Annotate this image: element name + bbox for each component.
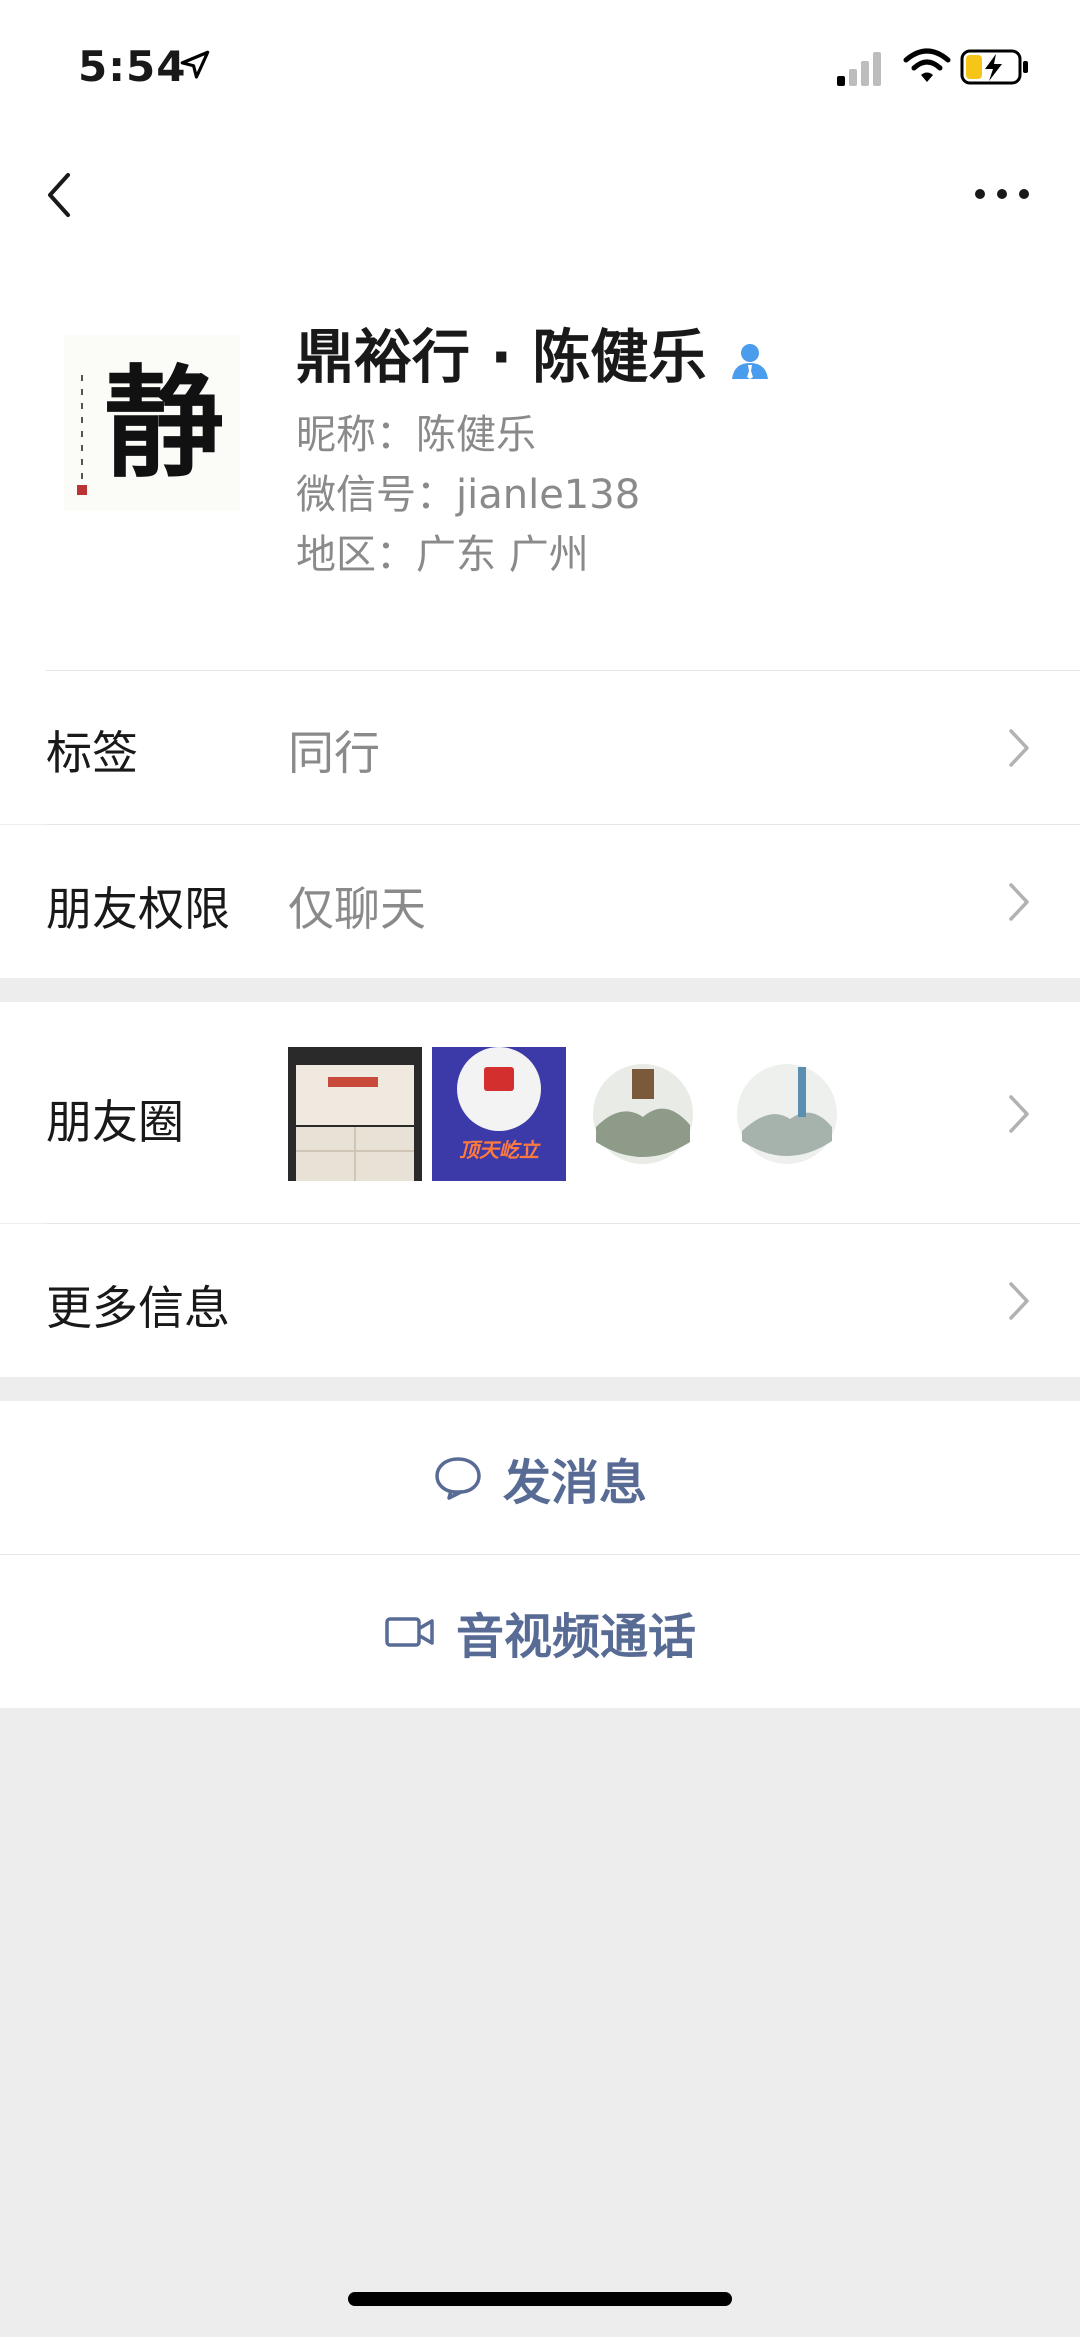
status-bar: 5:54	[0, 0, 1080, 135]
chevron-right-icon	[1009, 1095, 1029, 1133]
cellular-signal-icon	[837, 52, 881, 86]
profile-header: 静 鼎裕行 · 陈健乐 昵称：陈健乐 微信号：jianle138 地区：广东 广…	[0, 255, 1080, 671]
send-message-button[interactable]: 发消息	[0, 1401, 1080, 1554]
tea-poster-text: 顶天屹立	[459, 1138, 541, 1162]
tag-value: 同行	[288, 726, 380, 780]
moments-label: 朋友圈	[46, 1095, 184, 1149]
friend-permission-row[interactable]: 朋友权限 仅聊天	[0, 825, 1080, 978]
profile-wechat-id: 微信号：jianle138	[296, 472, 641, 518]
moments-thumbnail-tea-poster[interactable]: 顶天屹立	[432, 1047, 566, 1181]
chevron-right-icon	[1009, 1282, 1029, 1320]
chevron-right-icon	[1009, 729, 1029, 767]
send-message-label: 发消息	[502, 1454, 647, 1511]
location-arrow-icon	[180, 50, 210, 79]
verified-contact-icon	[732, 343, 769, 379]
chevron-right-icon	[1009, 883, 1029, 921]
battery-charging-icon	[960, 49, 1028, 85]
avatar-char: 静	[104, 353, 224, 494]
more-options-icon[interactable]	[972, 179, 1032, 209]
profile-name-text: 鼎裕行 · 陈健乐	[296, 323, 707, 391]
profile-name: 鼎裕行 · 陈健乐	[296, 317, 772, 397]
back-arrow-icon[interactable]	[40, 165, 80, 225]
permission-value: 仅聊天	[288, 882, 426, 936]
navigation-bar	[0, 135, 1080, 255]
profile-region: 地区：广东 广州	[296, 532, 589, 578]
wifi-icon	[903, 48, 951, 82]
video-call-button[interactable]: 音视频通话	[0, 1555, 1080, 1708]
home-indicator[interactable]	[348, 2292, 732, 2306]
avatar[interactable]: 静	[64, 335, 240, 511]
moments-thumbnail-tea-cake-1[interactable]	[576, 1047, 710, 1181]
tag-row[interactable]: 标签 同行	[0, 671, 1080, 824]
status-time: 5:54	[78, 42, 187, 91]
more-info-row[interactable]: 更多信息	[0, 1224, 1080, 1377]
tag-label: 标签	[46, 726, 138, 780]
more-info-label: 更多信息	[46, 1281, 230, 1335]
moments-row[interactable]: 朋友圈 顶天屹立	[0, 1002, 1080, 1223]
permission-label: 朋友权限	[46, 882, 230, 936]
calligraphy-avatar-image: 静	[64, 335, 240, 511]
profile-nickname: 昵称：陈健乐	[296, 412, 536, 458]
moments-thumbnail-boxes[interactable]	[288, 1047, 422, 1181]
moments-thumbnail-tea-cake-2[interactable]	[720, 1047, 854, 1181]
chat-bubble-icon	[435, 1456, 481, 1500]
video-call-label: 音视频通话	[455, 1608, 696, 1665]
video-camera-icon	[385, 1616, 434, 1647]
